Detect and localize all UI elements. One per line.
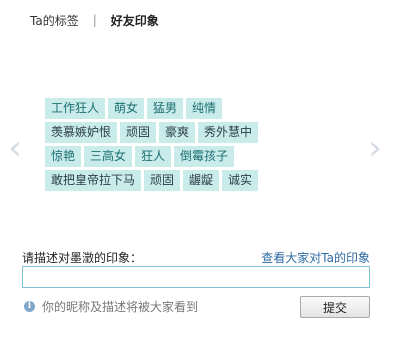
tag-row: 敢把皇帝拉下马 顽固 龌龊 诚实 <box>45 170 275 191</box>
tag-row: 惊艳 三高女 狂人 倒霉孩子 <box>45 146 275 167</box>
impression-tag[interactable]: 羡慕嫉妒恨 <box>45 122 118 143</box>
info-icon: i <box>24 301 35 312</box>
impression-tag[interactable]: 纯情 <box>186 98 223 119</box>
impression-tag[interactable]: 敢把皇帝拉下马 <box>45 170 142 191</box>
impression-tag[interactable]: 工作狂人 <box>45 98 106 119</box>
impression-tag[interactable]: 三高女 <box>84 146 133 167</box>
submit-button[interactable]: 提交 <box>300 296 370 318</box>
visibility-notice: 你的昵称及描述将被大家看到 <box>42 300 199 314</box>
impression-tag[interactable]: 猛男 <box>147 98 184 119</box>
impression-tag[interactable]: 顽固 <box>120 122 157 143</box>
tab-separator: | <box>92 13 97 27</box>
tag-row: 工作狂人 萌女 猛男 纯情 <box>45 98 275 119</box>
tab-tags[interactable]: Ta的标签 <box>30 12 79 29</box>
impression-tabs: Ta的标签 | 好友印象 <box>30 10 159 30</box>
impression-tag[interactable]: 秀外慧中 <box>198 122 259 143</box>
tag-row: 羡慕嫉妒恨 顽固 豪爽 秀外慧中 <box>45 122 275 143</box>
impression-prompt-label: 请描述对墨澂的印象： <box>22 251 143 265</box>
tab-friend-impressions[interactable]: 好友印象 <box>111 12 159 29</box>
impression-tag[interactable]: 倒霉孩子 <box>174 146 235 167</box>
impression-tag[interactable]: 顽固 <box>144 170 181 191</box>
impression-tag-cloud: 工作狂人 萌女 猛男 纯情 羡慕嫉妒恨 顽固 豪爽 秀外慧中 惊艳 三高女 狂人… <box>45 98 275 194</box>
impression-tag[interactable]: 诚实 <box>222 170 259 191</box>
view-all-impressions-link[interactable]: 查看大家对Ta的印象 <box>261 249 370 266</box>
prev-arrow-icon[interactable]: ‹ <box>4 128 26 168</box>
impression-tag[interactable]: 惊艳 <box>45 146 82 167</box>
impression-tag[interactable]: 龌龊 <box>183 170 220 191</box>
impression-tag[interactable]: 豪爽 <box>159 122 196 143</box>
impression-tag[interactable]: 狂人 <box>135 146 172 167</box>
impression-input[interactable] <box>22 266 370 288</box>
impression-tag[interactable]: 萌女 <box>108 98 145 119</box>
next-arrow-icon[interactable]: › <box>364 128 386 168</box>
